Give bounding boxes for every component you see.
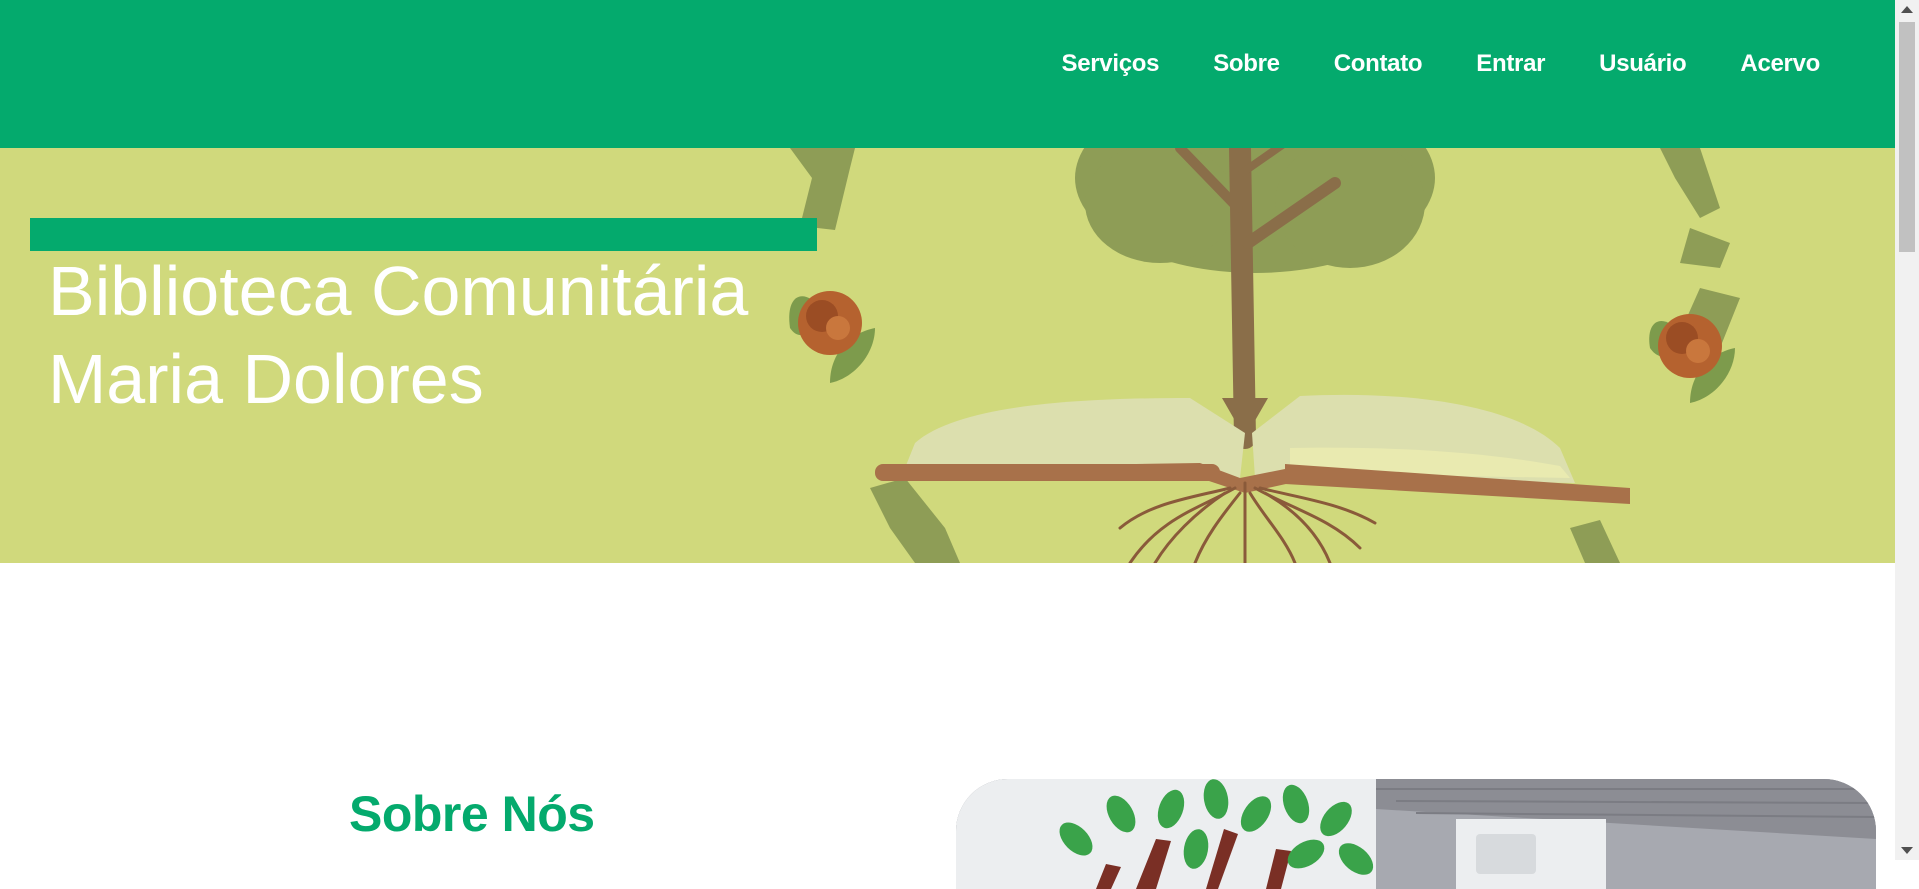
scroll-down-arrow-icon[interactable] <box>1901 847 1913 854</box>
top-navbar: Serviços Sobre Contato Entrar Usuário Ac… <box>0 0 1895 148</box>
tree-roots <box>1118 481 1377 563</box>
rose-left <box>789 291 875 383</box>
nav-link-servicos[interactable]: Serviços <box>1062 50 1160 78</box>
scroll-up-arrow-icon[interactable] <box>1901 6 1913 13</box>
nav-link-sobre[interactable]: Sobre <box>1213 50 1280 78</box>
nav-link-contato[interactable]: Contato <box>1334 50 1423 78</box>
hero-title-line2: Maria Dolores <box>48 339 484 418</box>
nav-link-acervo[interactable]: Acervo <box>1740 50 1820 78</box>
hero-title-line1: Biblioteca Comunitária <box>48 251 749 330</box>
hero-title: Biblioteca Comunitária Maria Dolores <box>48 247 748 423</box>
nav-link-usuario[interactable]: Usuário <box>1599 50 1687 78</box>
scrollbar-thumb[interactable] <box>1899 22 1915 252</box>
about-heading: Sobre Nós <box>349 786 595 842</box>
nav-link-entrar[interactable]: Entrar <box>1476 50 1545 78</box>
vertical-scrollbar[interactable] <box>1895 0 1919 860</box>
library-wall-mural <box>956 779 1876 889</box>
main-nav: Serviços Sobre Contato Entrar Usuário Ac… <box>1008 50 1821 78</box>
about-library-photo <box>956 779 1876 889</box>
hero-banner: Biblioteca Comunitária Maria Dolores <box>0 148 1895 563</box>
